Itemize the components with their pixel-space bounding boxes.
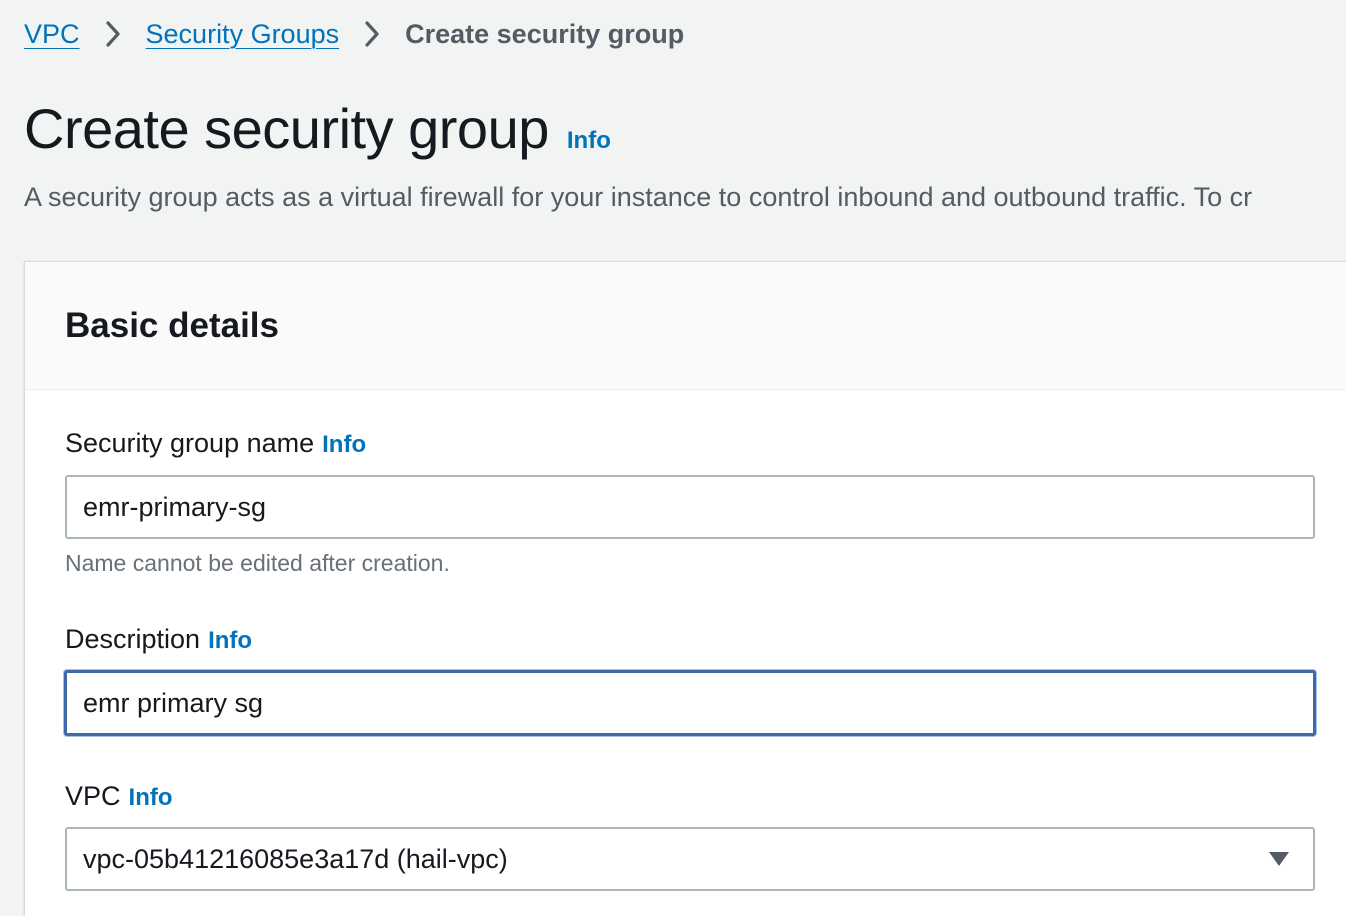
description-label-row: Description Info <box>65 624 252 655</box>
security-group-name-label-row: Security group name Info <box>65 428 366 459</box>
basic-details-title: Basic details <box>65 305 279 345</box>
security-group-name-label: Security group name <box>65 428 315 458</box>
breadcrumb-current: Create security group <box>405 18 685 49</box>
page-info-link[interactable]: Info <box>567 127 611 155</box>
breadcrumb-link-security-groups[interactable]: Security Groups <box>146 19 340 50</box>
vpc-select[interactable]: vpc-05b41216085e3a17d (hail-vpc) <box>65 827 1315 891</box>
security-group-name-help: Name cannot be edited after creation. <box>65 550 450 576</box>
page-title: Create security group <box>24 97 549 160</box>
breadcrumb: VPC Security Groups Create security grou… <box>24 14 684 54</box>
security-group-name-input[interactable] <box>65 475 1315 539</box>
chevron-right-icon <box>339 20 405 48</box>
security-group-name-info-link[interactable]: Info <box>322 431 366 459</box>
description-input[interactable] <box>64 670 1316 736</box>
caret-down-icon <box>1267 849 1291 869</box>
description-info-link[interactable]: Info <box>208 627 252 655</box>
description-label: Description <box>65 624 201 654</box>
page-header: Create security group Info <box>24 96 611 161</box>
page-description: A security group acts as a virtual firew… <box>24 182 1253 212</box>
basic-details-panel: Basic details Security group name Info N… <box>24 261 1346 916</box>
vpc-select-value: vpc-05b41216085e3a17d (hail-vpc) <box>83 843 508 874</box>
vpc-label: VPC <box>65 781 121 811</box>
vpc-info-link[interactable]: Info <box>129 784 173 812</box>
breadcrumb-link-vpc[interactable]: VPC <box>24 19 80 50</box>
vpc-label-row: VPC Info <box>65 781 173 812</box>
panel-header: Basic details <box>25 262 1346 390</box>
chevron-right-icon <box>80 20 146 48</box>
